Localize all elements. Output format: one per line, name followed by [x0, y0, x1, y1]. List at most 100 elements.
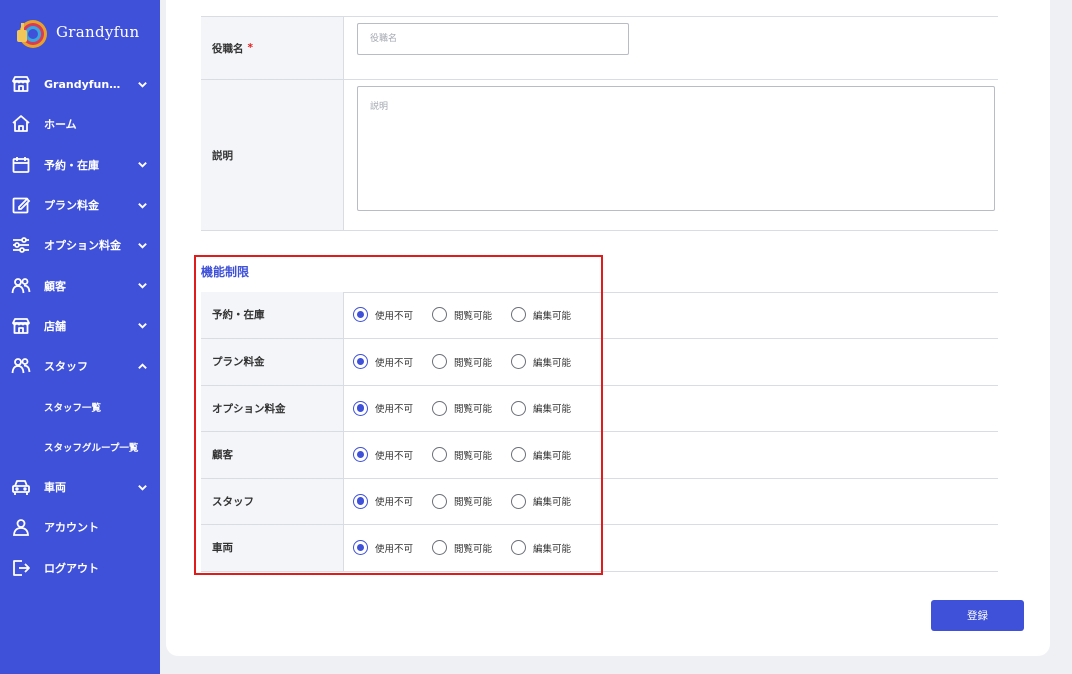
permission-options: 使用不可 閲覧可能 編集可能 [353, 432, 590, 478]
radio-button[interactable] [432, 400, 448, 416]
sidebar-nav: Grandyfun… ホーム 予約・在庫 プラン料金 オプション料金 顧客 店舗… [0, 64, 160, 588]
calendar-icon [10, 154, 32, 176]
permission-options: 使用不可 閲覧可能 編集可能 [353, 525, 590, 571]
radio-option-view[interactable]: 閲覧可能 [432, 307, 492, 323]
users-icon [10, 275, 32, 297]
radio-button[interactable] [353, 354, 368, 370]
home-icon [10, 113, 32, 135]
store-icon [10, 73, 32, 95]
radio-option-edit[interactable]: 編集可能 [511, 354, 572, 370]
radio-option-disabled[interactable]: 使用不可 [353, 493, 413, 509]
sidebar-item-label: Grandyfun… [44, 77, 121, 91]
radio-option-disabled[interactable]: 使用不可 [353, 307, 413, 323]
permissions-section-title: 機能制限 [201, 265, 250, 279]
description-textarea[interactable] [357, 86, 995, 211]
sidebar-subitem-staff-list[interactable]: スタッフ一覧 [0, 386, 160, 426]
radio-button[interactable] [353, 307, 368, 323]
sidebar-item-label: 車両 [44, 481, 66, 495]
sidebar-item-plan-price[interactable]: プラン料金 [0, 185, 160, 225]
brand-name: Grandyfun [56, 23, 140, 41]
radio-label: 閲覧可能 [454, 497, 493, 509]
radio-button[interactable] [353, 540, 368, 556]
radio-button[interactable] [511, 354, 527, 370]
radio-option-disabled[interactable]: 使用不可 [353, 354, 413, 370]
radio-option-disabled[interactable]: 使用不可 [353, 447, 413, 463]
sidebar-subitem-staff-group-list[interactable]: スタッフグループ一覧 [0, 427, 160, 467]
radio-option-view[interactable]: 閲覧可能 [432, 447, 493, 463]
permission-row-customers: 顧客 使用不可 閲覧可能 編集可能 [201, 432, 998, 479]
radio-button[interactable] [432, 447, 448, 463]
radio-button[interactable] [353, 447, 368, 463]
role-name-input[interactable] [357, 23, 629, 55]
radio-button[interactable] [353, 493, 368, 509]
radio-option-edit[interactable]: 編集可能 [511, 540, 571, 556]
radio-button[interactable] [511, 493, 527, 509]
radio-label: 編集可能 [533, 404, 572, 416]
radio-option-view[interactable]: 閲覧可能 [432, 400, 493, 416]
chevron-down-icon [136, 159, 148, 171]
sidebar-item-staff[interactable]: スタッフ [0, 346, 160, 386]
sidebar-item-label: 予約・在庫 [44, 158, 99, 172]
radio-button[interactable] [432, 307, 448, 323]
radio-option-view[interactable]: 閲覧可能 [432, 354, 492, 370]
sliders-icon [10, 234, 32, 256]
radio-option-edit[interactable]: 編集可能 [511, 493, 572, 509]
brand[interactable]: Grandyfun [14, 14, 139, 50]
radio-button[interactable] [511, 307, 527, 323]
sidebar-item-account[interactable]: アカウント [0, 507, 160, 547]
sidebar-item-reservations[interactable]: 予約・在庫 [0, 145, 160, 185]
permission-label: 予約・在庫 [201, 292, 344, 338]
radio-option-disabled[interactable]: 使用不可 [353, 400, 414, 416]
role-name-label-text: 役職名 [212, 42, 244, 55]
chevron-down-icon [136, 78, 148, 90]
permission-label: プラン料金 [201, 339, 344, 385]
sidebar-item-logout[interactable]: ログアウト [0, 548, 160, 588]
store-icon [10, 315, 32, 337]
radio-button[interactable] [511, 400, 527, 416]
permission-options: 使用不可 閲覧可能 編集可能 [353, 479, 590, 525]
sidebar-item-label: プラン料金 [44, 199, 99, 213]
permission-label: 顧客 [201, 432, 344, 478]
sidebar-item-home[interactable]: ホーム [0, 104, 160, 144]
chevron-up-icon [136, 360, 148, 372]
radio-label: 閲覧可能 [454, 404, 493, 416]
sidebar-item-store-select[interactable]: Grandyfun… [0, 64, 160, 104]
radio-option-edit[interactable]: 編集可能 [511, 447, 571, 463]
chevron-down-icon [136, 239, 148, 251]
radio-button[interactable] [511, 540, 527, 556]
radio-button[interactable] [432, 540, 448, 556]
sidebar-item-option-price[interactable]: オプション料金 [0, 225, 160, 265]
permission-row-plan-price: プラン料金 使用不可 閲覧可能 編集可能 [201, 339, 998, 386]
permission-label: 車両 [201, 525, 344, 571]
radio-button[interactable] [432, 354, 448, 370]
radio-label: 編集可能 [533, 310, 572, 322]
chevron-down-icon [136, 481, 148, 493]
sidebar-item-label: スタッフ [44, 360, 88, 374]
radio-option-disabled[interactable]: 使用不可 [353, 540, 414, 556]
radio-label: 使用不可 [375, 404, 414, 416]
sidebar-item-customers[interactable]: 顧客 [0, 265, 160, 305]
sidebar-item-label: ログアウト [44, 561, 99, 575]
radio-label: 使用不可 [375, 543, 414, 555]
sidebar-item-vehicles[interactable]: 車両 [0, 467, 160, 507]
radio-button[interactable] [511, 447, 527, 463]
permission-options: 使用不可 閲覧可能 編集可能 [353, 292, 590, 338]
logout-icon [10, 557, 32, 579]
permission-options: 使用不可 閲覧可能 編集可能 [353, 339, 590, 385]
radio-option-view[interactable]: 閲覧可能 [432, 493, 493, 509]
radio-option-edit[interactable]: 編集可能 [511, 307, 572, 323]
radio-label: 閲覧可能 [454, 450, 493, 462]
submit-button[interactable]: 登録 [931, 600, 1024, 631]
radio-button[interactable] [432, 493, 448, 509]
brand-logo-icon [14, 15, 48, 49]
radio-label: 編集可能 [533, 357, 572, 369]
sidebar-item-stores[interactable]: 店舗 [0, 306, 160, 346]
radio-option-view[interactable]: 閲覧可能 [432, 540, 492, 556]
permission-label: スタッフ [201, 478, 344, 525]
radio-option-edit[interactable]: 編集可能 [511, 400, 572, 416]
sidebar: Grandyfun Grandyfun… ホーム 予約・在庫 プラン料金 オプシ… [0, 0, 160, 674]
radio-button[interactable] [353, 400, 368, 416]
permission-options: 使用不可 閲覧可能 編集可能 [353, 386, 590, 432]
user-icon [10, 516, 32, 538]
radio-label: 編集可能 [533, 497, 572, 509]
